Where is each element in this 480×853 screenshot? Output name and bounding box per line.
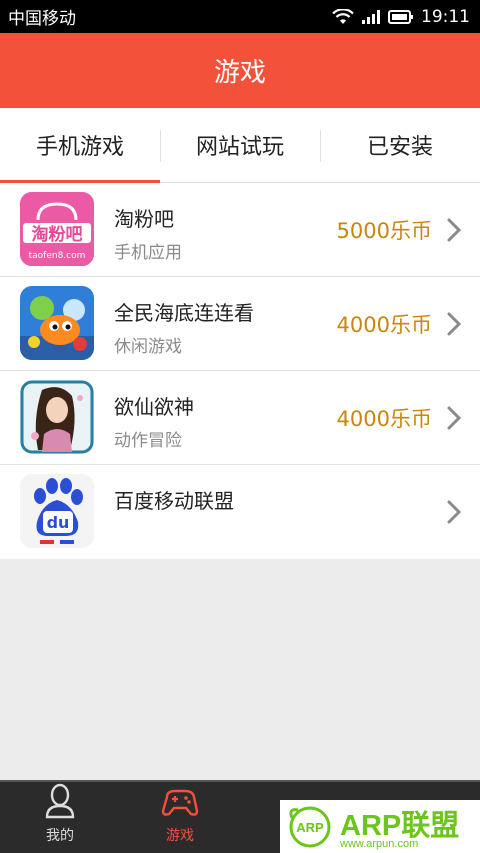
app-name: 欲仙欲神 — [114, 395, 194, 419]
app-category: 休闲游戏 — [114, 337, 182, 357]
arp-logo-text: ARP — [296, 820, 324, 835]
list-item[interactable]: 全民海底连连看 休闲游戏 4000乐币 — [0, 277, 480, 371]
fairy-game-icon — [20, 380, 94, 454]
watermark-text: ARP联盟 — [340, 810, 460, 842]
app-name: 淘粉吧 — [114, 207, 174, 231]
wifi-icon — [332, 8, 354, 24]
person-icon — [45, 783, 75, 819]
status-bar: 中国移动 19:11 — [0, 0, 480, 33]
tab-label: 已安装 — [366, 135, 433, 160]
list-item[interactable]: du 百度移动联盟 — [0, 465, 480, 559]
tab-mobile-games[interactable]: 手机游戏 — [0, 108, 160, 183]
app-info: 淘粉吧 手机应用 — [114, 203, 182, 263]
tab-label: 网站试玩 — [195, 135, 284, 160]
nav-item-games[interactable]: 游戏 — [120, 782, 240, 853]
app-info: 欲仙欲神 动作冒险 — [114, 391, 194, 451]
baidu-paw-icon: du — [20, 474, 94, 548]
app-name: 全民海底连连看 — [114, 301, 254, 325]
gamepad-icon — [161, 789, 199, 816]
tab-installed[interactable]: 已安装 — [320, 108, 480, 182]
taofen8-logo-text: 淘粉吧 — [32, 224, 83, 245]
chevron-right-icon — [447, 218, 462, 242]
list-item[interactable]: 欲仙欲神 动作冒险 4000乐币 — [0, 371, 480, 465]
tab-label: 手机游戏 — [35, 135, 124, 160]
signal-icon — [362, 9, 380, 24]
app-info: 全民海底连连看 休闲游戏 — [114, 297, 254, 357]
status-icons: 19:11 — [332, 7, 470, 27]
battery-icon — [388, 9, 413, 24]
tab-web-trial[interactable]: 网站试玩 — [160, 108, 320, 182]
chevron-right-icon — [447, 500, 462, 524]
taofen8-icon: 淘粉吧 taofen8.com — [20, 192, 94, 266]
app-reward: 4000乐币 — [336, 407, 432, 431]
app-reward: 4000乐币 — [336, 313, 432, 337]
arp-watermark: ARP ARP联盟 www.arpun.com — [280, 800, 480, 853]
carrier-label: 中国移动 — [8, 9, 76, 29]
header: 游戏 — [0, 33, 480, 108]
chevron-right-icon — [447, 406, 462, 430]
app-category: 动作冒险 — [114, 431, 182, 451]
app-category: 手机应用 — [114, 243, 182, 263]
nav-label: 游戏 — [166, 828, 194, 844]
chevron-right-icon — [447, 312, 462, 336]
app-info: 百度移动联盟 — [114, 485, 234, 520]
app-name: 百度移动联盟 — [114, 489, 234, 513]
app-reward: 5000乐币 — [336, 219, 432, 243]
tab-bar: 手机游戏 网站试玩 已安装 — [0, 108, 480, 183]
baidu-logo-text: du — [47, 513, 70, 532]
watermark-url: www.arpun.com — [340, 838, 419, 850]
fish-game-icon — [20, 286, 94, 360]
nav-item-mine[interactable]: 我的 — [0, 782, 120, 853]
taofen8-logo-url: taofen8.com — [29, 251, 86, 261]
app-list: 淘粉吧 taofen8.com 淘粉吧 手机应用 5000乐币 全民海底连连看 … — [0, 183, 480, 559]
list-item[interactable]: 淘粉吧 taofen8.com 淘粉吧 手机应用 5000乐币 — [0, 183, 480, 277]
clock-label: 19:11 — [421, 6, 470, 27]
arp-logo-icon: ARP — [289, 806, 331, 847]
page-title: 游戏 — [213, 58, 266, 88]
nav-label: 我的 — [46, 828, 74, 844]
